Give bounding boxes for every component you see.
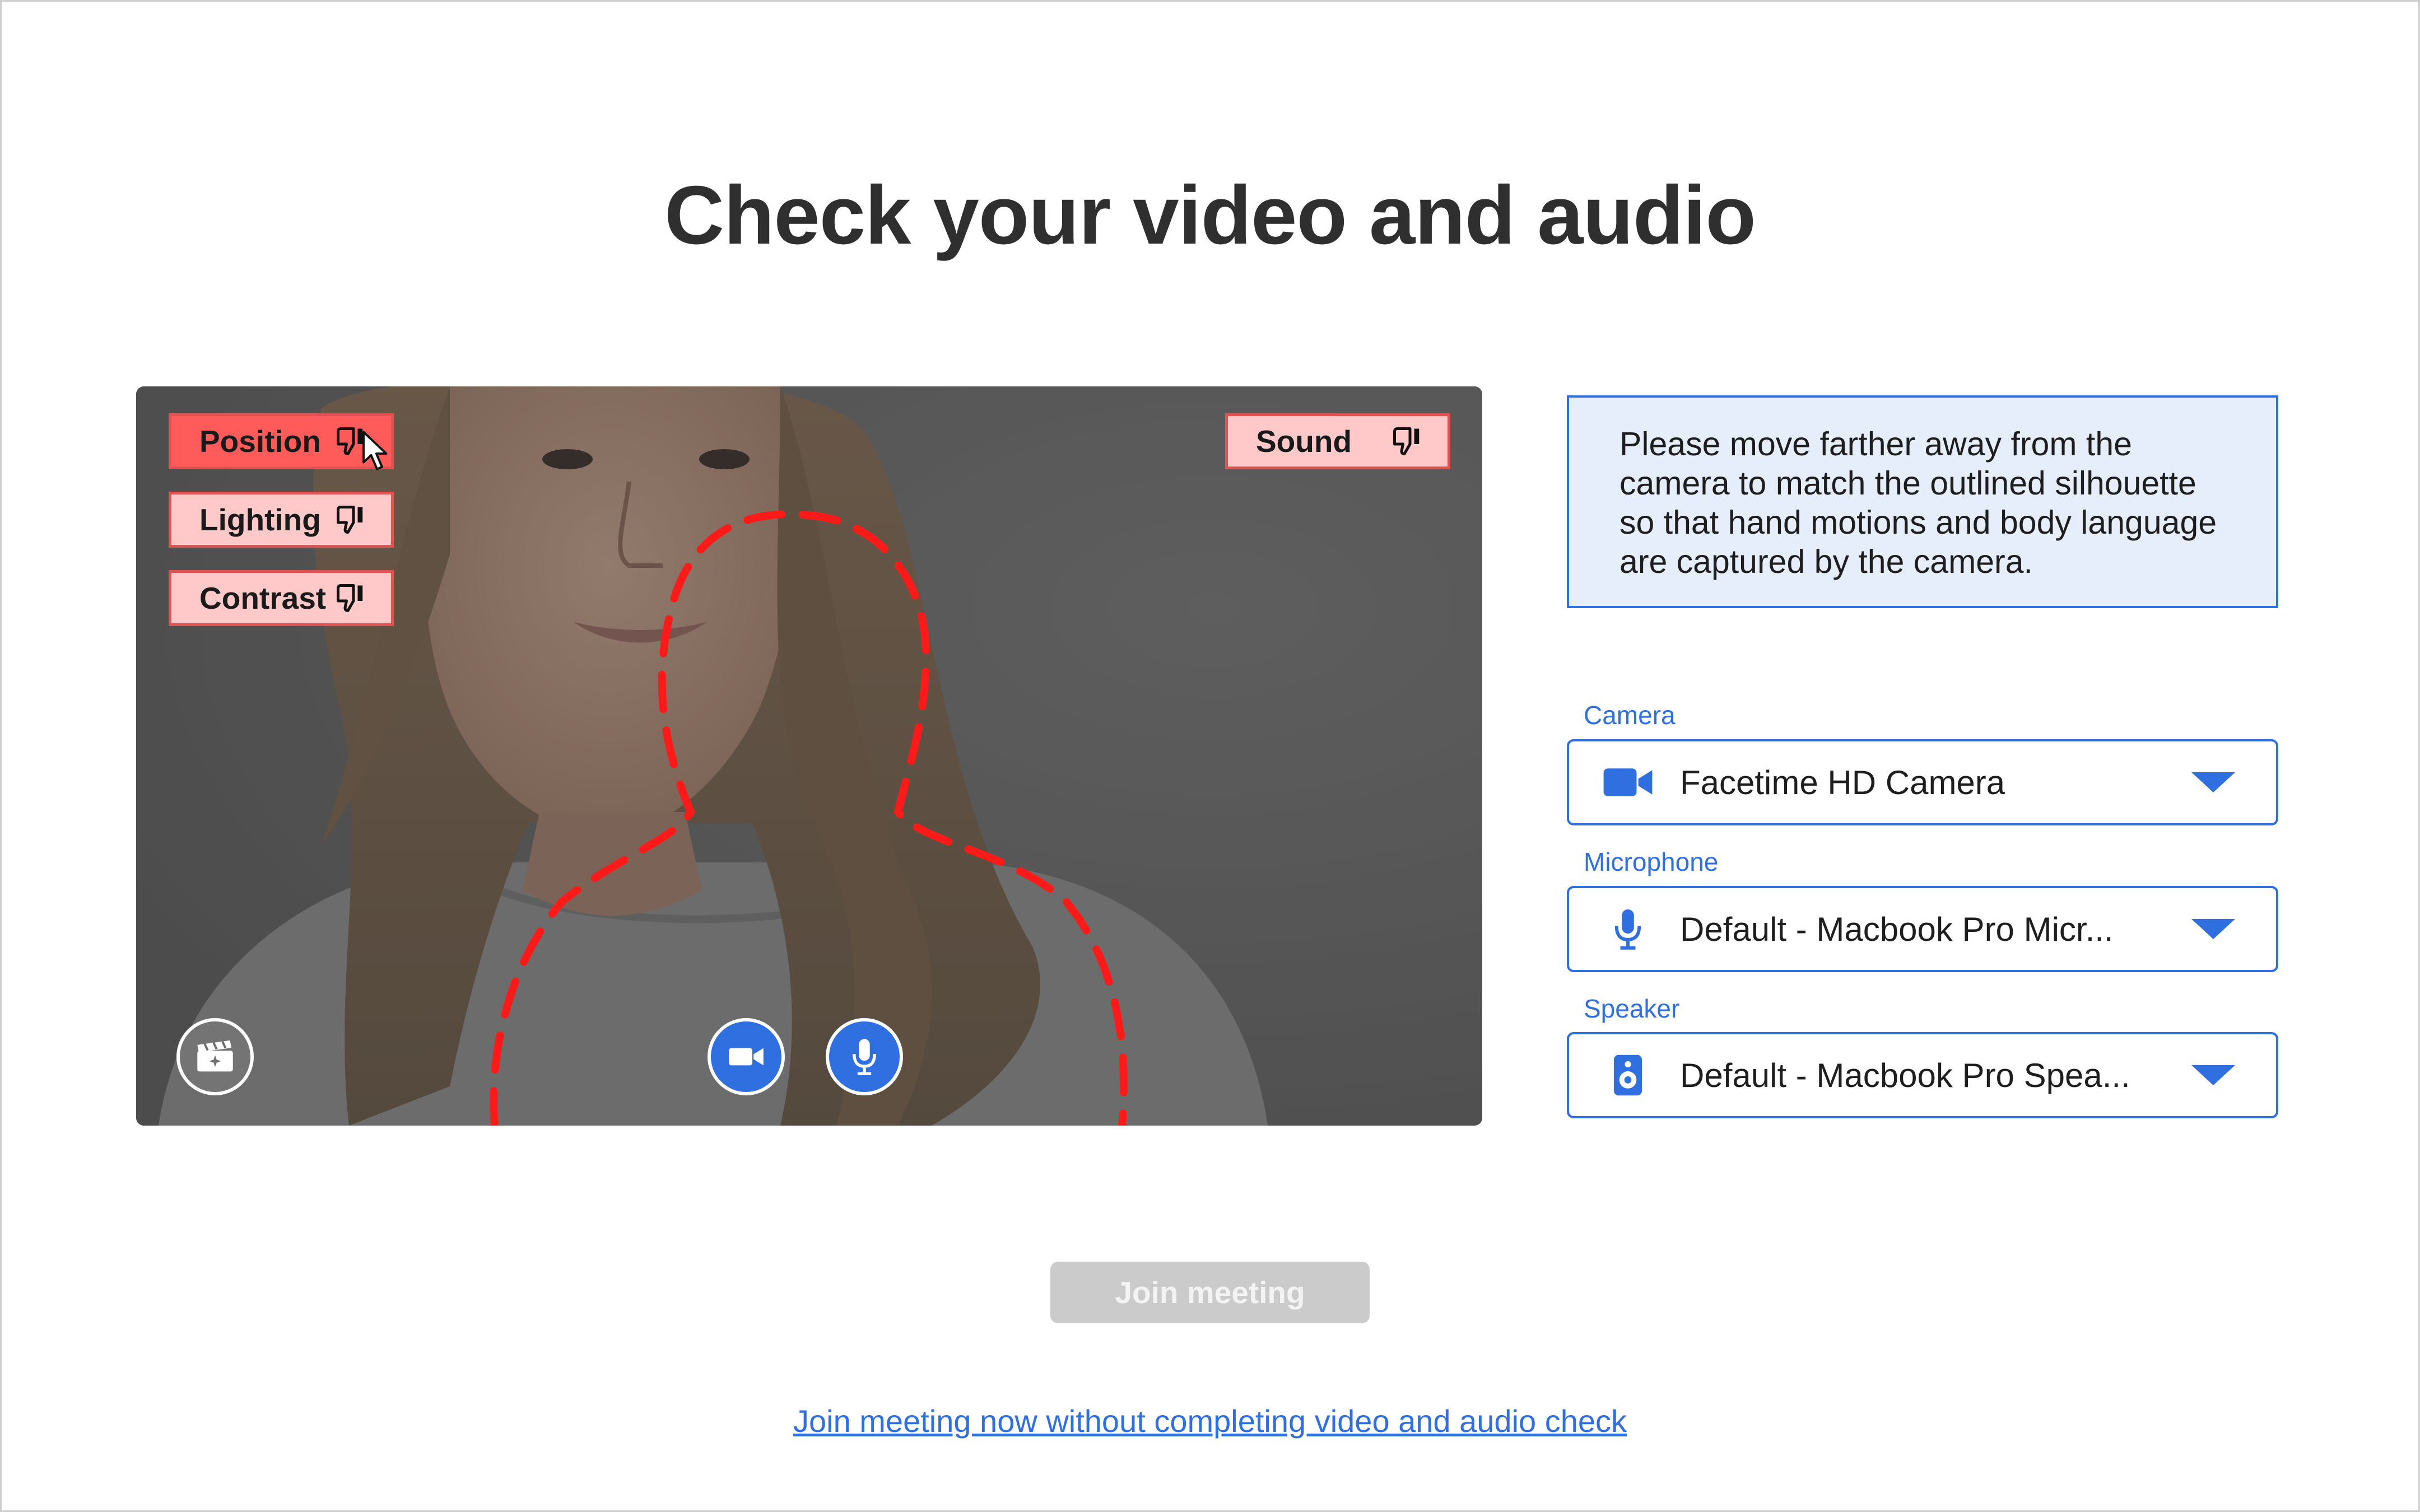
speaker-label: Speaker [1584, 994, 1680, 1023]
video-camera-icon [729, 1048, 764, 1066]
clapperboard-sparkle-icon [197, 1040, 233, 1072]
thumbs-down-icon [1393, 427, 1420, 455]
microphone-icon [853, 1039, 876, 1076]
check-label-sound: Sound [1256, 424, 1352, 459]
speaker-select-value: Default - Macbook Pro Spea... [1680, 1056, 2130, 1094]
check-chip-lighting[interactable]: Lighting [169, 492, 394, 548]
thumbs-down-icon [337, 506, 363, 534]
effects-button[interactable] [176, 1018, 254, 1095]
page-title: Check your video and audio [664, 169, 1756, 262]
microphone-icon [1597, 898, 1659, 960]
thumbs-down-icon [337, 584, 363, 612]
check-label-lighting: Lighting [199, 502, 321, 537]
microphone-label: Microphone [1584, 847, 1719, 876]
chevron-down-icon [2191, 1065, 2235, 1085]
speaker-select[interactable]: Default - Macbook Pro Spea... [1567, 1032, 2278, 1118]
chevron-down-icon [2191, 919, 2235, 939]
join-without-check-link[interactable]: Join meeting now without completing vide… [0, 1403, 2420, 1439]
camera-select-value: Facetime HD Camera [1680, 763, 2005, 801]
microphone-select[interactable]: Default - Macbook Pro Micr... [1567, 886, 2278, 972]
camera-select[interactable]: Facetime HD Camera [1567, 739, 2278, 825]
check-chip-contrast[interactable]: Contrast [169, 570, 394, 626]
join-meeting-button[interactable]: Join meeting [1050, 1262, 1370, 1323]
microphone-toggle-button[interactable] [826, 1018, 903, 1095]
speaker-icon [1597, 1044, 1659, 1106]
chevron-down-icon [2191, 772, 2235, 792]
video-camera-icon [1597, 752, 1659, 813]
check-chip-position[interactable]: Position [169, 413, 394, 469]
check-label-position: Position [199, 424, 321, 459]
join-without-check-link-text[interactable]: Join meeting now without completing vide… [793, 1403, 1627, 1439]
guidance-message: Please move farther away from the camera… [1567, 395, 2278, 608]
camera-label: Camera [1584, 701, 1676, 730]
microphone-select-value: Default - Macbook Pro Micr... [1680, 910, 2114, 948]
video-preview: Position Lighting Contrast Sound [136, 386, 1482, 1126]
mouse-cursor-icon [362, 431, 388, 470]
check-label-contrast: Contrast [199, 581, 327, 615]
camera-toggle-button[interactable] [708, 1018, 785, 1095]
check-chip-sound[interactable]: Sound [1225, 413, 1450, 469]
